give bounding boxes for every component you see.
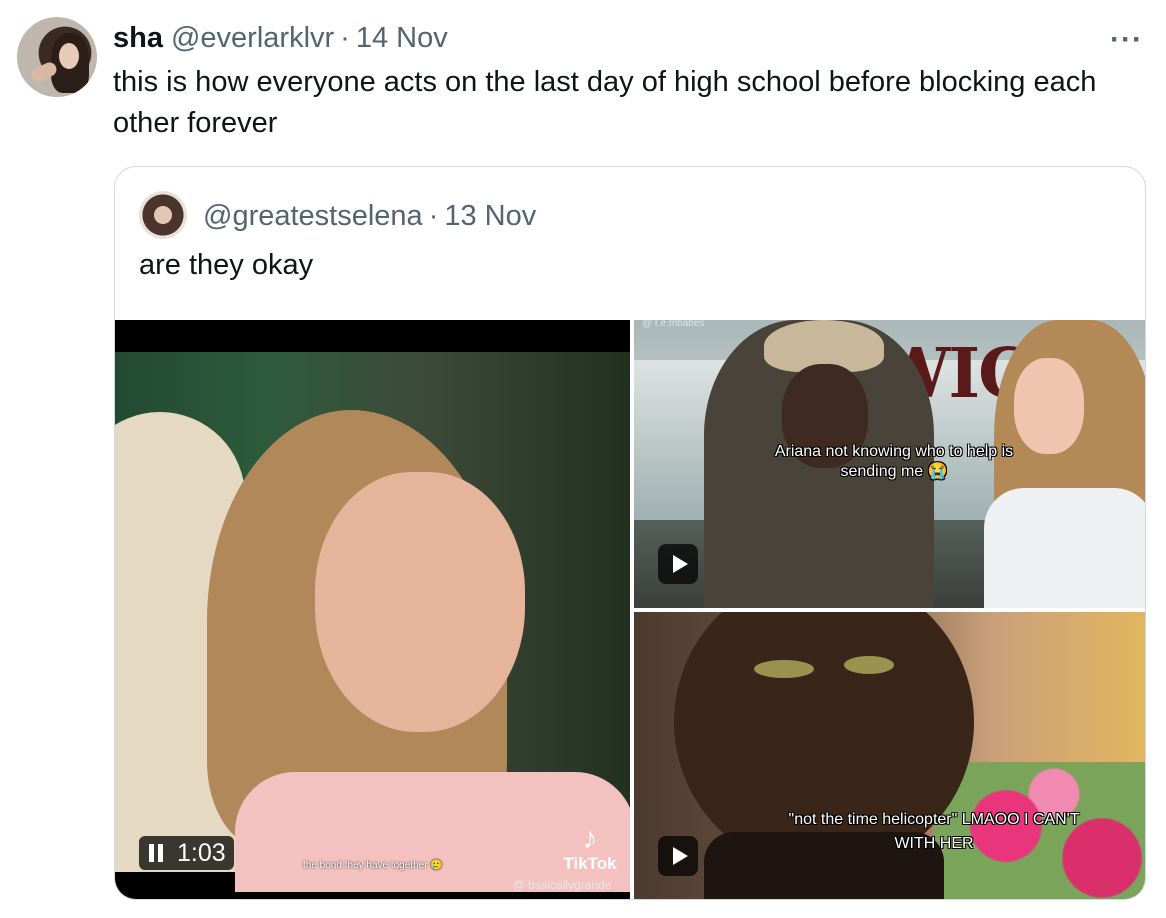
- subject-face: [315, 472, 525, 732]
- author-name[interactable]: sha: [113, 22, 163, 55]
- quoted-author-avatar[interactable]: [139, 191, 187, 239]
- video-watermark: @ r.e.mbabes: [642, 320, 705, 329]
- tweet-header: sha @everlarklvr · 14 Nov: [113, 20, 448, 56]
- quoted-tweet-text: are they okay: [139, 249, 314, 281]
- pause-icon[interactable]: [147, 844, 165, 862]
- subject-right-dress: [984, 488, 1145, 608]
- avatar-face: [59, 43, 79, 69]
- tiktok-logo-icon: ♪: [582, 822, 598, 855]
- video-thumbnail-1[interactable]: the bond they have together 🥲 ♪ TikTok @…: [115, 320, 630, 899]
- play-icon[interactable]: [658, 544, 698, 584]
- tiktok-user: @ basicallygrande: [512, 878, 612, 892]
- subject-eye-left: [754, 660, 814, 678]
- quoted-author-handle[interactable]: @greatestselena: [203, 200, 423, 233]
- quoted-tweet-header: @greatestselena · 13 Nov: [203, 197, 536, 235]
- quoted-tweet-date[interactable]: 13 Nov: [444, 200, 536, 233]
- separator-dot: ·: [428, 199, 439, 232]
- video-thumbnail-2[interactable]: WICK @ r.e.mbabes Ariana not knowing who…: [634, 320, 1145, 608]
- tweet-date[interactable]: 14 Nov: [356, 22, 448, 55]
- video-timer-pill[interactable]: 1:03: [139, 836, 234, 870]
- author-handle[interactable]: @everlarklvr: [171, 22, 334, 55]
- video-thumbnail-3[interactable]: "not the time helicopter" LMAOO I CAN'T …: [634, 612, 1145, 899]
- separator-dot: ·: [340, 21, 350, 54]
- video-frame: the bond they have together 🥲 ♪ TikTok @…: [115, 352, 630, 892]
- tiktok-watermark: ♪ TikTok @ basicallygrande: [513, 822, 625, 893]
- tiktok-brand: TikTok: [563, 854, 617, 873]
- video-caption: Ariana not knowing who to help is sendin…: [774, 443, 1014, 480]
- author-avatar[interactable]: [17, 17, 97, 97]
- media-grid: the bond they have together 🥲 ♪ TikTok @…: [115, 320, 1145, 899]
- subject-right-face: [1014, 358, 1084, 454]
- tweet-text: this is how everyone acts on the last da…: [113, 66, 1097, 139]
- video-caption: the bond they have together 🥲: [303, 860, 443, 871]
- more-options-icon[interactable]: ···: [1110, 23, 1143, 57]
- subject-eye-right: [844, 656, 894, 674]
- quoted-tweet[interactable]: @greatestselena · 13 Nov are they okay t…: [114, 166, 1146, 900]
- video-caption: "not the time helicopter" LMAOO I CAN'T …: [788, 811, 1080, 852]
- play-icon[interactable]: [658, 836, 698, 876]
- video-timestamp: 1:03: [177, 838, 226, 867]
